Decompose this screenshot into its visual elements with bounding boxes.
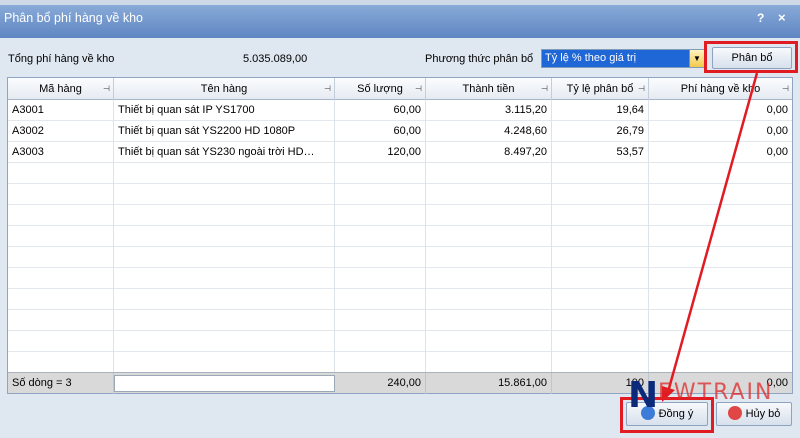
annotation-arrow [662,72,759,402]
